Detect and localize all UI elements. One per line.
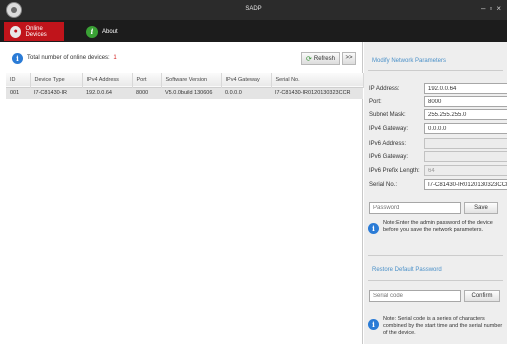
table-header-row: ID Device Type IPv4 Address Port Softwar…: [6, 73, 364, 87]
column-header-ipv4-address[interactable]: IPv4 Address: [82, 73, 133, 87]
device-count-value: 1: [113, 55, 117, 61]
cell-ipv4-gateway: 0.0.0.0: [225, 90, 242, 97]
ipv6-address-label: IPv6 Address:: [369, 141, 407, 147]
refresh-button[interactable]: ⟳ Refresh: [301, 52, 340, 65]
serial-code-input[interactable]: [369, 290, 461, 302]
restore-note: i Note: Serial code is a series of chara…: [368, 316, 505, 342]
cell-serial-no: I7-C81430-IR0120130323CCR: [275, 90, 351, 97]
next-page-button[interactable]: >>: [342, 52, 356, 65]
info-icon: i: [12, 53, 23, 64]
table-row[interactable]: 001 I7-C81430-IR 192.0.0.64 8000 V5.0.0b…: [6, 87, 363, 99]
serial-no-label: Serial No.:: [369, 182, 398, 188]
port-field[interactable]: [424, 96, 507, 107]
cell-port: 8000: [136, 90, 149, 97]
divider: [368, 280, 503, 281]
ipv6-gateway-label: IPv6 Gateway:: [369, 154, 409, 160]
info-icon: i: [86, 25, 98, 38]
ip-address-field[interactable]: [424, 83, 507, 94]
subnet-mask-field[interactable]: [424, 109, 507, 120]
title-bar: SADP – ▫ ×: [0, 0, 507, 20]
port-label: Port:: [369, 99, 382, 105]
close-button[interactable]: ×: [496, 5, 501, 13]
modify-network-title: Modify Network Parameters: [372, 58, 447, 64]
cell-device-type: I7-C81430-IR: [34, 90, 68, 97]
confirm-button[interactable]: Confirm: [464, 290, 500, 302]
password-input[interactable]: [369, 202, 461, 214]
device-table: ID Device Type IPv4 Address Port Softwar…: [6, 73, 364, 99]
minimize-button[interactable]: –: [481, 5, 485, 13]
ipv6-address-field[interactable]: [424, 138, 507, 149]
ipv6-prefix-length-field[interactable]: [424, 165, 507, 176]
cell-id: 001: [10, 90, 20, 97]
column-header-port[interactable]: Port: [132, 73, 162, 87]
device-count-bar: i Total number of online devices: 1 ⟳ Re…: [0, 42, 362, 72]
divider: [368, 70, 503, 71]
tab-about[interactable]: i About: [80, 22, 130, 41]
column-header-device-type[interactable]: Device Type: [30, 73, 83, 87]
device-list-panel: i Total number of online devices: 1 ⟳ Re…: [0, 42, 364, 344]
ip-address-label: IP Address:: [369, 86, 400, 92]
tab-online-devices[interactable]: ● Online Devices: [4, 22, 64, 41]
column-header-id[interactable]: ID: [6, 73, 31, 87]
info-icon: i: [368, 223, 379, 234]
save-note-text: Note:Enter the admin password of the dev…: [383, 220, 493, 233]
column-header-software-version[interactable]: Software Version: [161, 73, 222, 87]
restore-password-title: Restore Default Password: [372, 267, 442, 273]
ipv4-gateway-field[interactable]: [424, 123, 507, 134]
tab-bar: ● Online Devices i About: [0, 20, 507, 42]
devices-icon: ●: [10, 25, 22, 38]
tab-about-label: About: [102, 28, 118, 35]
info-icon: i: [368, 319, 379, 330]
serial-no-field[interactable]: [424, 179, 507, 190]
cell-software-version: V5.0.0build 130606: [165, 90, 213, 97]
ipv6-gateway-field[interactable]: [424, 151, 507, 162]
subnet-mask-label: Subnet Mask:: [369, 112, 406, 118]
parameters-panel: Modify Network Parameters IP Address: Po…: [364, 42, 507, 344]
cell-ipv4-address: 192.0.0.64: [86, 90, 112, 97]
column-header-ipv4-gateway[interactable]: IPv4 Gateway: [221, 73, 272, 87]
window-title: SADP: [245, 6, 262, 12]
divider: [368, 255, 503, 256]
save-button[interactable]: Save: [464, 202, 498, 214]
maximize-button[interactable]: ▫: [489, 5, 492, 13]
save-note: i Note:Enter the admin password of the d…: [368, 220, 505, 248]
ipv6-prefix-length-label: IPv6 Prefix Length:: [369, 168, 420, 174]
refresh-label: Refresh: [313, 55, 335, 62]
refresh-icon: ⟳: [306, 55, 312, 63]
ipv4-gateway-label: IPv4 Gateway:: [369, 126, 409, 132]
column-header-serial-no[interactable]: Serial No.: [271, 73, 364, 87]
restore-note-text: Note: Serial code is a series of charact…: [383, 316, 503, 336]
tab-online-devices-label: Online Devices: [25, 25, 47, 38]
device-count-label: Total number of online devices:: [27, 55, 110, 61]
